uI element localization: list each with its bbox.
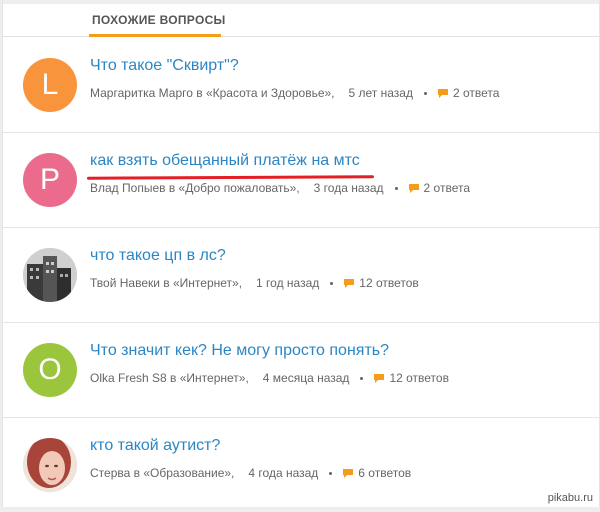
- avatar-photo[interactable]: [23, 248, 77, 302]
- separator-dot: [330, 281, 334, 285]
- author-category[interactable]: Стерва в «Образование»,: [90, 466, 234, 480]
- question-time: 4 года назад: [248, 466, 319, 480]
- question-link[interactable]: как взять обещанный платёж на мтс: [90, 152, 360, 170]
- author-category[interactable]: Твой Навеки в «Интернет»,: [90, 276, 242, 290]
- question-item: что такое цп в лс? Твой Навеки в «Интерн…: [3, 227, 599, 323]
- avatar-photo[interactable]: [23, 438, 77, 492]
- comment-icon: [408, 183, 419, 193]
- avatar-letter: O: [38, 353, 62, 386]
- author-category[interactable]: Olka Fresh S8 в «Интернет»,: [90, 371, 249, 385]
- panel-title: ПОХОЖИЕ ВОПРОСЫ: [92, 13, 226, 27]
- avatar[interactable]: O: [23, 343, 77, 397]
- avatar[interactable]: L: [23, 58, 77, 112]
- question-link[interactable]: Что значит кек? Не могу просто понять?: [90, 342, 389, 360]
- author-category[interactable]: Влад Попыев в «Добро пожаловать»,: [90, 181, 300, 195]
- panel-header: ПОХОЖИЕ ВОПРОСЫ: [3, 4, 599, 37]
- question-time: 5 лет назад: [348, 86, 413, 100]
- user-photo-icon: [23, 438, 77, 492]
- avatar[interactable]: P: [23, 153, 77, 207]
- question-meta: Стерва в «Образование», 4 года назад 6 о…: [90, 466, 411, 480]
- question-time: 4 месяца назад: [262, 371, 350, 385]
- answers-count[interactable]: 2 ответа: [453, 86, 499, 100]
- similar-questions-panel: ПОХОЖИЕ ВОПРОСЫ L Что такое "Сквирт"? Ма…: [2, 0, 600, 507]
- question-link[interactable]: что такое цп в лс?: [90, 247, 226, 265]
- avatar-letter: L: [41, 68, 59, 101]
- comment-icon: [343, 468, 354, 478]
- city-photo-icon: [23, 248, 77, 302]
- answers-count[interactable]: 2 ответа: [424, 181, 470, 195]
- comment-icon: [437, 88, 448, 98]
- comment-icon: [374, 373, 385, 383]
- question-item: O Что значит кек? Не могу просто понять?…: [3, 322, 599, 418]
- question-meta: Твой Навеки в «Интернет», 1 год назад 12…: [90, 276, 419, 290]
- answers-count[interactable]: 12 ответов: [359, 276, 419, 290]
- question-meta: Olka Fresh S8 в «Интернет», 4 месяца наз…: [90, 371, 449, 385]
- comment-icon: [344, 278, 355, 288]
- question-item: кто такой аутист? Стерва в «Образование»…: [3, 417, 599, 512]
- separator-dot: [329, 471, 333, 475]
- avatar-letter: P: [39, 163, 60, 196]
- watermark: pikabu.ru: [547, 492, 593, 504]
- question-link[interactable]: Что такое "Сквирт"?: [90, 57, 239, 75]
- question-meta: Маргаритка Марго в «Красота и Здоровье»,…: [90, 86, 499, 100]
- question-time: 1 год назад: [256, 276, 320, 290]
- separator-dot: [360, 376, 364, 380]
- answers-count[interactable]: 12 ответов: [389, 371, 449, 385]
- question-meta: Влад Попыев в «Добро пожаловать», 3 года…: [90, 181, 470, 195]
- answers-count[interactable]: 6 ответов: [358, 466, 411, 480]
- author-category[interactable]: Маргаритка Марго в «Красота и Здоровье»,: [90, 86, 335, 100]
- separator-dot: [394, 186, 398, 190]
- separator-dot: [423, 91, 427, 95]
- red-underline-annotation: [86, 175, 375, 180]
- question-item: P как взять обещанный платёж на мтс Влад…: [3, 132, 599, 228]
- question-link[interactable]: кто такой аутист?: [90, 437, 220, 455]
- question-item: L Что такое "Сквирт"? Маргаритка Марго в…: [3, 37, 599, 133]
- question-time: 3 года назад: [313, 181, 384, 195]
